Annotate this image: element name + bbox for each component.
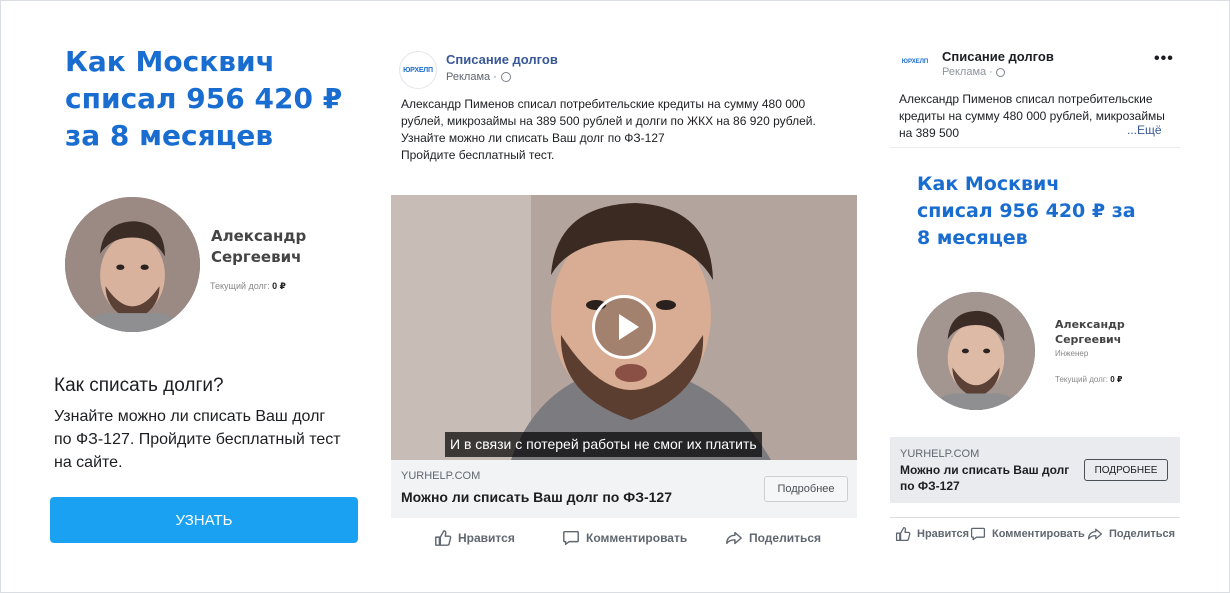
current-debt: Текущий долг: 0 ₽ [1055,375,1122,384]
share-button[interactable]: Поделиться [1087,526,1175,542]
avatar [65,197,200,332]
play-icon[interactable] [592,295,656,359]
learn-more-button[interactable]: ПОДРОБНЕЕ [1084,459,1168,481]
video-subtitle: И в связи с потерей работы не смог их пл… [445,432,762,457]
globe-icon [995,67,1005,77]
sponsored-label: Реклама · [446,71,511,83]
ad-headline: Как Москвич списал 956 420 ₽ за 8 месяце… [65,45,343,152]
link-title[interactable]: Можно ли списать Ваш долг по ФЗ-127 [900,462,1075,494]
share-label: Поделиться [749,531,822,545]
like-label: Нравится [917,528,970,540]
post-text-line: Александр Пименов списал потребительские… [401,97,816,128]
page-name-link[interactable]: Списание долгов [446,52,558,67]
current-debt: Текущий долг: 0 ₽ [210,281,286,292]
sponsored-label: Реклама · [942,66,1005,78]
learn-button[interactable]: УЗНАТЬ [50,497,358,543]
share-icon [1087,528,1103,540]
page-logo[interactable]: ЮРХЕЛП [399,51,437,89]
link-domain: YURHELP.COM [900,448,980,460]
link-title[interactable]: Можно ли списать Ваш долг по ФЗ-127 [401,489,672,505]
person-photo [917,292,1035,410]
like-button[interactable]: Нравится [434,529,515,547]
debt-label: Текущий долг: [1055,375,1108,384]
debt-label: Текущий долг: [210,281,270,291]
debt-value: 0 ₽ [272,281,286,291]
page-name-link[interactable]: Списание долгов [942,49,1054,64]
share-icon [726,531,742,545]
comment-icon [563,530,579,546]
comment-label: Комментировать [992,528,1085,540]
see-more-link[interactable]: ...Ещё [1127,123,1162,137]
comment-icon [970,527,986,541]
person-name: Александр Сергеевич [1055,318,1125,346]
comment-button[interactable]: Комментировать [970,526,1085,542]
debt-value: 0 ₽ [1110,375,1123,384]
question-description: Узнайте можно ли списать Ваш долг по ФЗ-… [54,408,341,471]
question-title: Как списать долги? [54,375,224,396]
sponsored-text: Реклама · [446,71,497,83]
person-name: Александр Сергеевич [211,227,307,266]
divider [890,147,1180,148]
post-text-line: Узнайте можно ли списать Ваш долг по ФЗ-… [401,131,665,145]
person-job: Инженер [1055,349,1089,358]
comment-button[interactable]: Комментировать [562,529,687,547]
post-text: Александр Пименов списал потребительские… [401,96,851,164]
like-icon [435,530,452,546]
page-logo[interactable]: ЮРХЕЛП [897,52,933,72]
globe-icon [500,72,511,82]
sponsored-text: Реклама · [942,66,993,78]
share-label: Поделиться [1109,528,1176,540]
like-icon [895,526,911,542]
person-photo [65,197,200,332]
like-button[interactable]: Нравится [895,526,969,542]
divider [890,517,1180,518]
link-domain: YURHELP.COM [401,470,481,482]
ad-headline: Как Москвич списал 956 420 ₽ за 8 месяце… [917,173,1136,249]
like-label: Нравится [458,531,515,545]
avatar [917,292,1035,410]
share-button[interactable]: Поделиться [725,529,821,547]
comment-label: Комментировать [586,531,688,545]
post-text-line: Пройдите бесплатный тест. [401,148,555,162]
learn-more-button[interactable]: Подробнее [764,476,848,502]
more-options-icon[interactable]: ••• [1154,50,1174,68]
